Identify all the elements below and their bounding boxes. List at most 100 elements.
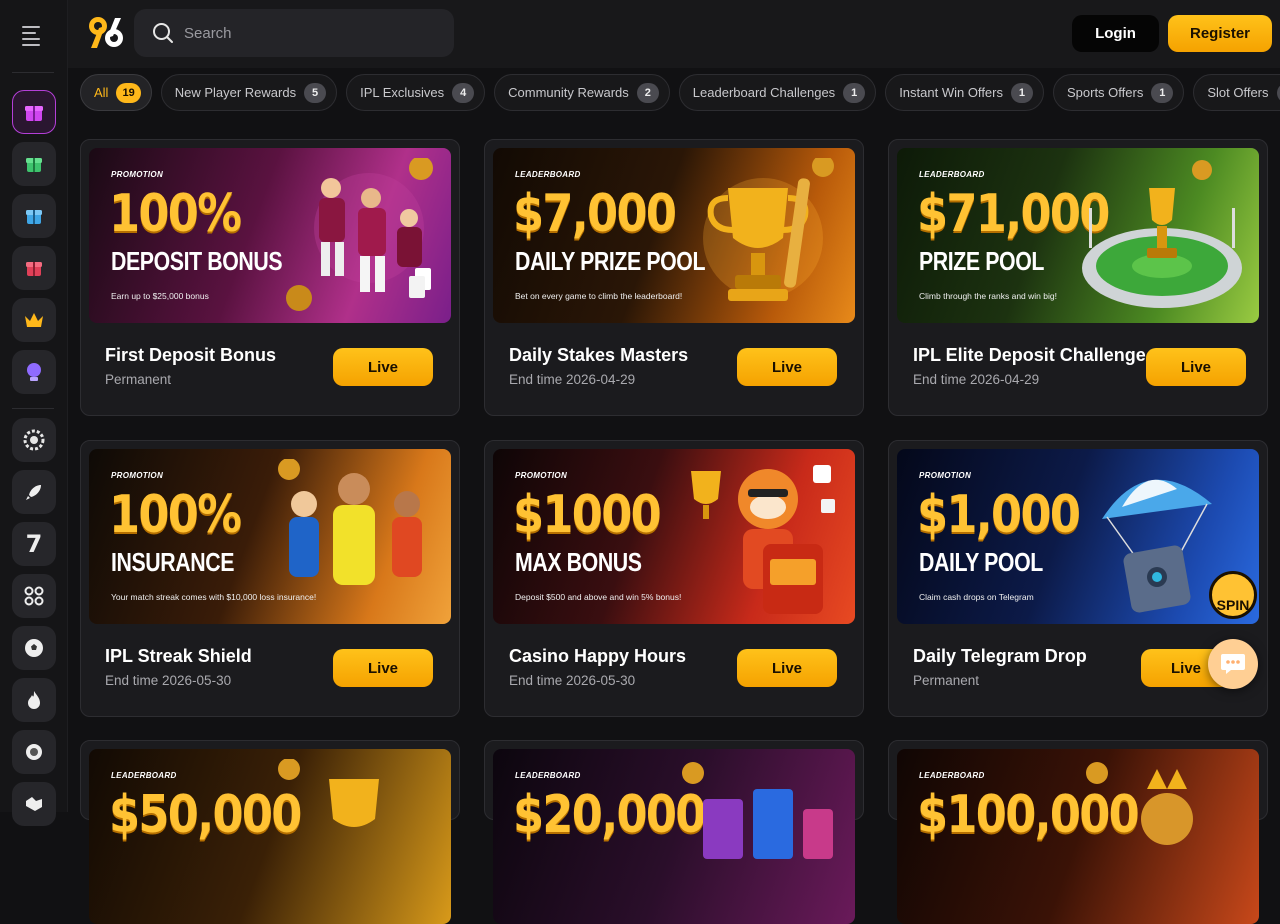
banner-kicker: PROMOTION bbox=[111, 170, 164, 179]
promo-card[interactable]: LEADERBOARD $71,000 PRIZE POOL Climb thr… bbox=[888, 139, 1268, 416]
card-subtitle: End time 2026-04-29 bbox=[913, 372, 1040, 387]
banner-kicker: PROMOTION bbox=[919, 471, 972, 480]
filter-chip-instant-win-offers[interactable]: Instant Win Offers 1 bbox=[885, 74, 1044, 111]
card-title: IPL Streak Shield bbox=[105, 646, 252, 666]
filter-chip-label: Community Rewards bbox=[508, 85, 629, 100]
banner-headline: 100% bbox=[109, 485, 242, 545]
filter-chip-count: 5 bbox=[304, 82, 327, 103]
banner-headline: $7,000 bbox=[513, 184, 677, 244]
trophy-illustration bbox=[703, 158, 834, 301]
promo-banner[interactable]: LEADERBOARD $50,000 bbox=[89, 749, 451, 924]
promo-card[interactable]: PROMOTION 100% DEPOSIT BONUS Earn up to … bbox=[80, 139, 460, 416]
menu-icon[interactable] bbox=[22, 26, 46, 46]
vip-gift-icon[interactable] bbox=[12, 194, 56, 238]
promo-banner[interactable]: PROMOTION $1000 MAX BONUS Deposit $500 a… bbox=[493, 449, 855, 624]
banner-subheadline: MAX BONUS bbox=[515, 547, 642, 577]
card-title: Casino Happy Hours bbox=[509, 646, 687, 666]
promo-card[interactable]: LEADERBOARD $7,000 DAILY PRIZE POOL Bet … bbox=[484, 139, 864, 416]
chat-bubble-icon bbox=[1221, 654, 1245, 674]
banner-headline: $1000 bbox=[513, 485, 662, 545]
sidebar-divider bbox=[12, 72, 54, 73]
football-players-illustration bbox=[286, 158, 433, 311]
spin-badge-label: SPIN bbox=[1216, 597, 1250, 613]
rewards-gift-icon[interactable] bbox=[12, 246, 56, 290]
filter-chip-label: All bbox=[94, 85, 109, 100]
promo-card[interactable]: LEADERBOARD $50,000 bbox=[80, 740, 460, 924]
filter-chip-ipl-exclusives[interactable]: IPL Exclusives 4 bbox=[346, 74, 486, 111]
banner-caption: Deposit $500 and above and win 5% bonus! bbox=[515, 592, 682, 602]
promo-card[interactable]: LEADERBOARD $100,000 bbox=[888, 740, 1268, 924]
crown-icon[interactable] bbox=[12, 298, 56, 342]
banner-kicker: LEADERBOARD bbox=[515, 771, 581, 780]
banner-caption: Claim cash drops on Telegram bbox=[919, 592, 1034, 602]
medal-icon[interactable] bbox=[12, 730, 56, 774]
top-bar: Login Register bbox=[68, 0, 1280, 68]
filter-chip-sports-offers[interactable]: Sports Offers 1 bbox=[1052, 74, 1185, 111]
filter-chip-label: Sports Offers bbox=[1066, 85, 1144, 100]
filter-chip-count: 2 bbox=[636, 82, 659, 103]
trophy-icon[interactable] bbox=[12, 350, 56, 394]
banner-subheadline: DEPOSIT BONUS bbox=[111, 246, 283, 276]
card-subtitle: End time 2026-04-29 bbox=[509, 372, 636, 387]
register-button[interactable]: Register bbox=[1168, 15, 1272, 52]
promo-banner[interactable]: PROMOTION 100% INSURANCE Your match stre… bbox=[89, 449, 451, 624]
card-subtitle: Permanent bbox=[913, 673, 980, 688]
cricket-players-illustration bbox=[278, 459, 422, 585]
card-title: Daily Stakes Masters bbox=[509, 345, 689, 365]
lion-crown-illustration bbox=[1086, 762, 1193, 845]
promotions-gift-icon[interactable] bbox=[12, 90, 56, 134]
filter-chip-new-player-rewards[interactable]: New Player Rewards 5 bbox=[160, 74, 338, 111]
stadium-illustration bbox=[1082, 160, 1242, 308]
filter-chip-label: Instant Win Offers bbox=[899, 85, 1003, 100]
filter-chip-leaderboard-challenges[interactable]: Leaderboard Challenges 1 bbox=[678, 74, 877, 111]
live-button[interactable]: Live bbox=[737, 348, 837, 386]
filter-chip-count: 1 bbox=[1010, 82, 1033, 103]
promo-card[interactable]: LEADERBOARD $20,000 bbox=[484, 740, 864, 924]
promo-card[interactable]: PROMOTION 100% INSURANCE Your match stre… bbox=[80, 440, 460, 717]
football-icon[interactable] bbox=[12, 626, 56, 670]
promo-banner[interactable]: LEADERBOARD $100,000 bbox=[897, 749, 1259, 924]
slots-seven-icon[interactable]: 7 bbox=[12, 522, 56, 566]
login-button[interactable]: Login bbox=[1072, 15, 1159, 52]
promo-banner[interactable]: LEADERBOARD $71,000 PRIZE POOL Climb thr… bbox=[897, 148, 1259, 323]
casino-chip-icon[interactable] bbox=[12, 418, 56, 462]
filter-chip-count: 4 bbox=[452, 82, 475, 103]
banner-headline: $1,000 bbox=[917, 485, 1081, 545]
sidebar: 7 bbox=[0, 0, 68, 826]
filter-chip-label: New Player Rewards bbox=[174, 85, 297, 100]
spin-badge[interactable]: SPIN bbox=[1209, 571, 1257, 619]
banner-kicker: PROMOTION bbox=[515, 471, 568, 480]
live-button[interactable]: Live bbox=[1146, 348, 1246, 386]
banner-kicker: LEADERBOARD bbox=[515, 170, 581, 179]
promo-card[interactable]: PROMOTION $1000 MAX BONUS Deposit $500 a… bbox=[484, 440, 864, 717]
banner-subheadline: PRIZE POOL bbox=[919, 246, 1045, 276]
card-title: IPL Elite Deposit Challenge bbox=[913, 345, 1146, 365]
live-button[interactable]: Live bbox=[333, 348, 433, 386]
filter-chip-all[interactable]: All 19 bbox=[80, 74, 152, 111]
search-bar[interactable] bbox=[134, 9, 454, 57]
slot-cabinets-illustration bbox=[682, 762, 833, 859]
promo-banner[interactable]: LEADERBOARD $7,000 DAILY PRIZE POOL Bet … bbox=[493, 148, 855, 323]
chat-support-button[interactable] bbox=[1208, 639, 1258, 689]
search-input[interactable] bbox=[184, 24, 424, 42]
filter-chip-community-rewards[interactable]: Community Rewards 2 bbox=[494, 74, 670, 111]
card-subtitle: Permanent bbox=[105, 372, 172, 387]
banner-headline: 100% bbox=[109, 184, 242, 244]
card-title: Daily Telegram Drop bbox=[913, 646, 1087, 666]
live-button[interactable]: Live bbox=[737, 649, 837, 687]
banner-kicker: LEADERBOARD bbox=[111, 771, 177, 780]
rocket-icon[interactable] bbox=[12, 470, 56, 514]
banner-caption: Climb through the ranks and win big! bbox=[919, 291, 1057, 301]
live-button[interactable]: Live bbox=[333, 649, 433, 687]
filter-chip-slot-offers[interactable]: Slot Offers 4 bbox=[1193, 74, 1280, 111]
grid-games-icon[interactable] bbox=[12, 574, 56, 618]
handshake-icon[interactable] bbox=[12, 782, 56, 826]
promo-banner[interactable]: PROMOTION 100% DEPOSIT BONUS Earn up to … bbox=[89, 148, 451, 323]
fire-icon[interactable] bbox=[12, 678, 56, 722]
brand-logo[interactable] bbox=[86, 14, 126, 52]
promo-banner[interactable]: LEADERBOARD $20,000 bbox=[493, 749, 855, 924]
lucky-gift-icon[interactable] bbox=[12, 142, 56, 186]
promo-banner[interactable]: PROMOTION $1,000 DAILY POOL Claim cash d… bbox=[897, 449, 1259, 624]
banner-kicker: LEADERBOARD bbox=[919, 771, 985, 780]
banner-subheadline: INSURANCE bbox=[111, 547, 235, 577]
